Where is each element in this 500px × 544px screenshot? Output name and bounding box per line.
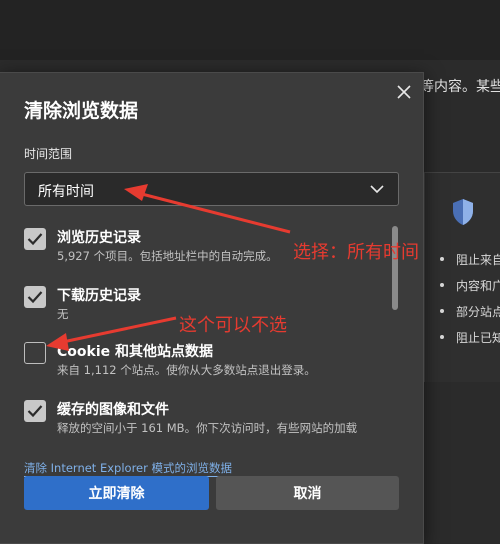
checkmark-icon: [27, 233, 43, 246]
option-cached-images: 缓存的图像和文件 释放的空间小于 161 MB。你下次访问时，有些网站的加载: [24, 398, 394, 442]
option-title: 缓存的图像和文件: [57, 402, 169, 418]
browsing-history-checkbox[interactable]: [24, 228, 46, 250]
option-title: Cookie 和其他站点数据: [57, 344, 213, 360]
option-description: 无: [57, 307, 69, 321]
list-item: 阻止已知: [440, 324, 500, 350]
list-item: 内容和广: [440, 272, 500, 298]
shield-icon: [453, 199, 473, 225]
option-description: 来自 1,112 个站点。使你从大多数站点退出登录。: [57, 363, 316, 377]
chevron-down-icon: [370, 185, 384, 194]
option-description: 5,927 个项目。包括地址栏中的自动完成。: [57, 249, 278, 263]
list-item: 部分站点: [440, 298, 500, 324]
option-description: 释放的空间小于 161 MB。你下次访问时，有些网站的加载: [57, 421, 358, 435]
option-cookies: Cookie 和其他站点数据 来自 1,112 个站点。使你从大多数站点退出登录…: [24, 340, 394, 384]
time-range-label: 时间范围: [24, 147, 73, 161]
option-title: 下载历史记录: [57, 288, 141, 304]
list-item: 阻止来自: [440, 246, 500, 272]
dialog-title: 清除浏览数据: [24, 100, 139, 122]
background-list: 阻止来自 内容和广 部分站点 阻止已知: [440, 246, 500, 350]
time-range-select[interactable]: 所有时间: [24, 172, 399, 206]
cancel-button[interactable]: 取消: [216, 476, 399, 510]
background-top-band: [0, 0, 500, 60]
annotation-select-all-time: 选择：所有时间: [293, 242, 419, 263]
option-title: 浏览历史记录: [57, 230, 141, 246]
time-range-value: 所有时间: [38, 184, 94, 200]
close-icon[interactable]: [394, 82, 414, 102]
clear-ie-mode-data-link[interactable]: 清除 Internet Explorer 模式的浏览数据: [24, 460, 233, 477]
background-text: 等内容。某些: [420, 79, 500, 95]
cookies-checkbox[interactable]: [24, 342, 46, 364]
clear-now-button[interactable]: 立即清除: [24, 476, 209, 510]
download-history-checkbox[interactable]: [24, 286, 46, 308]
cached-images-checkbox[interactable]: [24, 400, 46, 422]
checkmark-icon: [27, 291, 43, 304]
annotation-cookie-optional: 这个可以不选: [179, 315, 287, 336]
checkmark-icon: [27, 405, 43, 418]
